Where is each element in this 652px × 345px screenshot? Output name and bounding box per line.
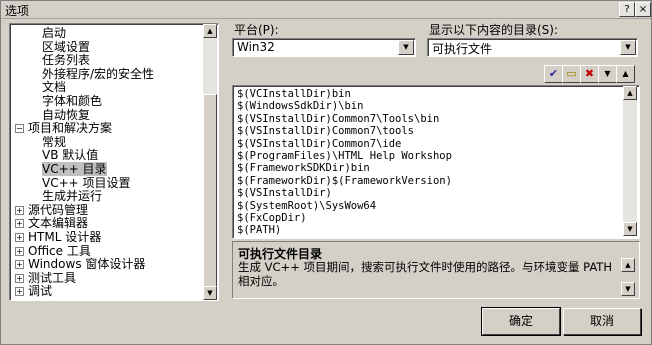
expand-icon[interactable]: + (15, 260, 24, 270)
tree-item[interactable]: 启动 (42, 26, 66, 40)
tree-item-label: VB 默认值 (42, 148, 99, 163)
tree-item-label: Office 工具 (28, 243, 91, 258)
expand-icon[interactable]: + (15, 273, 24, 283)
scroll-up-arrow-icon[interactable]: ▲ (621, 258, 635, 272)
directory-list-item[interactable]: $(VSInstallDir)Common7\tools (237, 125, 414, 138)
scroll-up-arrow-icon[interactable]: ▲ (203, 24, 217, 38)
scroll-up-arrow-icon[interactable]: ▲ (623, 86, 637, 100)
directory-list-item[interactable]: $(VCInstallDir)bin (237, 88, 351, 101)
chevron-down-icon[interactable]: ▼ (620, 40, 636, 55)
move-up-icon[interactable]: ▲ (616, 65, 635, 83)
tree-item-label: VC++ 目录 (42, 162, 107, 176)
scroll-down-arrow-icon[interactable]: ▼ (621, 282, 635, 296)
tree-item-label: Windows 窗体设计器 (28, 257, 146, 272)
tree-item-label: 源代码管理 (28, 202, 89, 217)
description-panel: 可执行文件目录 生成 VC++ 项目期间，搜索可执行文件时使用的路径。与环境变量… (232, 241, 640, 299)
scroll-down-arrow-icon[interactable]: ▼ (623, 222, 637, 236)
directory-list-item[interactable]: $(WindowsSdkDir)\bin (237, 100, 363, 113)
directories-select[interactable]: 可执行文件 ▼ (427, 38, 638, 57)
directory-list-item[interactable]: $(FxCopDir) (237, 212, 307, 225)
tree-item[interactable]: + Windows 窗体设计器 (15, 257, 146, 272)
tree-item-label: 文档 (42, 80, 67, 95)
check-icon[interactable]: ✔ (544, 65, 563, 83)
new-folder-icon[interactable]: ▭ (562, 65, 581, 83)
tree-item[interactable]: 自动恢复 (42, 108, 90, 122)
platform-value: Win32 (237, 40, 275, 54)
tree-item[interactable]: 区域设置 (42, 40, 90, 54)
tree-item-label: 项目和解决方案 (28, 121, 113, 136)
expand-icon[interactable]: + (15, 287, 24, 297)
tree-item-label: 外接程序/宏的安全性 (42, 66, 155, 81)
tree-item-label: 启动 (42, 26, 67, 40)
collapse-icon[interactable]: − (15, 124, 24, 134)
close-button[interactable]: × (635, 2, 651, 17)
tree-item[interactable]: + 文本编辑器 (15, 216, 89, 231)
delete-icon[interactable]: ✖ (580, 65, 599, 83)
ok-button[interactable]: 确定 (481, 307, 561, 336)
chevron-down-icon[interactable]: ▼ (398, 40, 414, 55)
directory-list-item[interactable]: $(VSInstallDir)Common7\ide (237, 138, 401, 151)
directories-label: 显示以下内容的目录(S): (429, 23, 559, 37)
tree-item-label: 自动恢复 (42, 107, 91, 122)
tree-item[interactable]: 字体和颜色 (42, 94, 102, 108)
tree-item-label: 文本编辑器 (28, 216, 89, 231)
platform-select[interactable]: Win32 ▼ (232, 38, 416, 57)
tree-item[interactable]: + Office 工具 (15, 243, 91, 258)
expand-icon[interactable]: + (15, 219, 24, 229)
tree-scroll-thumb[interactable] (203, 94, 217, 288)
description-scrollbar[interactable]: ▲ ▼ (621, 258, 635, 296)
directories-value: 可执行文件 (432, 42, 493, 56)
directory-list-item[interactable]: $(FrameworkSDKDir)bin (237, 162, 370, 175)
tree-item[interactable]: + HTML 设计器 (15, 230, 102, 244)
tree-item-label: 字体和颜色 (42, 94, 103, 108)
scroll-down-arrow-icon[interactable]: ▼ (203, 286, 217, 300)
cancel-button[interactable]: 取消 (563, 308, 641, 335)
directory-list-item[interactable]: $(VSInstallDir)Common7\Tools\bin (237, 113, 439, 126)
description-text: 生成 VC++ 项目期间，搜索可执行文件时使用的路径。与环境变量 PATH 相对… (238, 260, 612, 288)
window-title: 选项 (5, 4, 30, 18)
tree-item[interactable]: 任务列表 (42, 53, 90, 67)
directory-list-item[interactable]: $(ProgramFiles)\HTML Help Workshop (237, 150, 452, 163)
tree-item-label: VC++ 项目设置 (42, 175, 131, 190)
tree-scrollbar[interactable]: ▲ ▼ (203, 24, 217, 300)
tree-item[interactable]: 生成并运行 (42, 189, 102, 203)
directory-list[interactable]: $(VCInstallDir)bin $(WindowsSdkDir)\bin $(… (232, 85, 640, 239)
tree-item-label: HTML 设计器 (28, 230, 102, 244)
directory-list-item[interactable]: $(SystemRoot)\SysWow64 (237, 200, 376, 213)
expand-icon[interactable]: + (15, 205, 24, 215)
tree-item[interactable]: 文档 (42, 80, 66, 94)
directory-list-item[interactable]: $(VSInstallDir) (237, 187, 332, 200)
list-scrollbar[interactable]: ▲ ▼ (623, 86, 637, 236)
tree-item-label: 任务列表 (42, 53, 91, 68)
tree-item[interactable]: + 源代码管理 (15, 202, 89, 217)
directory-list-item[interactable]: $(FrameworkDir)$(FrameworkVersion) (237, 175, 452, 188)
tree-item[interactable]: + 测试工具 (15, 270, 77, 285)
tree-item-label: 区域设置 (42, 39, 91, 54)
tree-item-label: 测试工具 (28, 270, 77, 285)
tree-item[interactable]: + 调试 (15, 284, 53, 299)
expand-icon[interactable]: + (15, 246, 24, 256)
options-tree[interactable]: 启动 区域设置 任务列表 外接程序/宏的安全性 文档 字体和颜色 自动恢复 − 项目和解决方案常… (9, 23, 219, 301)
title-bar: 选项 ? × (1, 1, 651, 19)
tree-item-label: 调试 (28, 284, 53, 299)
tree-item[interactable]: 常规 (42, 135, 66, 149)
directory-list-item[interactable]: $(PATH) (237, 224, 281, 237)
options-dialog: 选项 ? × 启动 区域设置 任务列表 外接程序/宏的安全性 文档 字体和颜色 自动恢复 − 项… (0, 0, 652, 345)
tree-item[interactable]: − 项目和解决方案 (15, 121, 113, 136)
tree-item[interactable]: VC++ 目录 (42, 162, 107, 176)
expand-icon[interactable]: + (15, 233, 24, 242)
tree-item[interactable]: VC++ 项目设置 (42, 176, 131, 190)
move-down-icon[interactable]: ▼ (598, 65, 617, 83)
tree-item[interactable]: 外接程序/宏的安全性 (42, 67, 154, 81)
tree-item-label: 生成并运行 (42, 189, 103, 204)
tree-item[interactable]: VB 默认值 (42, 148, 98, 162)
tree-item-label: 常规 (42, 134, 67, 149)
help-button[interactable]: ? (619, 2, 635, 17)
platform-label: 平台(P): (234, 23, 279, 37)
